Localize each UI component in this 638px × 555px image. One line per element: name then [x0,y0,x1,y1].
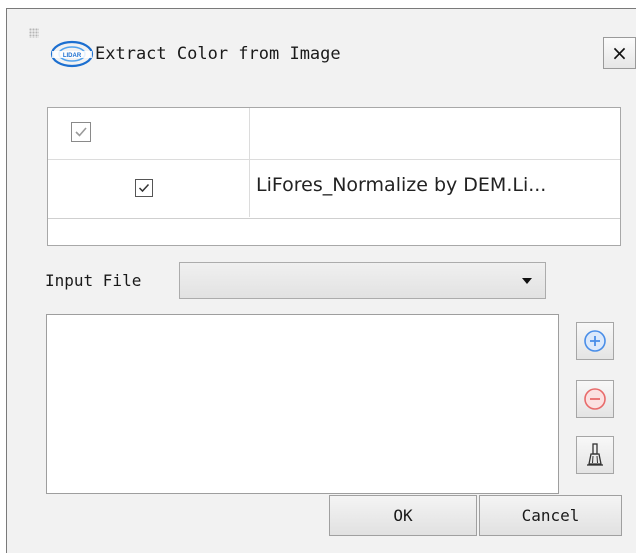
dialog-title: Extract Color from Image [95,44,341,64]
layer-name-cell: LiFores_Normalize by DEM.Li... [256,174,547,196]
table-header [48,108,620,159]
plus-circle-icon [584,330,606,352]
close-button[interactable]: × [603,37,636,69]
dropdown-arrow-icon [522,278,532,284]
row-checkbox[interactable] [135,179,153,197]
input-file-label: Input File [45,271,142,290]
table-row[interactable]: LiFores_Normalize by DEM.Li... [48,159,620,219]
check-icon [75,127,87,137]
cancel-button[interactable]: Cancel [479,495,622,536]
column-divider [249,108,250,217]
broom-icon [587,443,603,466]
minus-circle-icon [584,388,606,410]
clear-list-button[interactable] [576,436,614,474]
layer-table: LiFores_Normalize by DEM.Li... [47,107,621,246]
close-icon: × [611,41,628,65]
ok-button[interactable]: OK [329,495,477,536]
input-file-select[interactable] [179,262,546,299]
add-file-button[interactable] [576,322,614,360]
file-list[interactable] [46,314,559,494]
drag-grip-icon[interactable] [29,28,39,38]
extract-color-dialog: LIDAR Extract Color from Image × LiFores… [6,8,636,553]
remove-file-button[interactable] [576,380,614,418]
svg-text:LIDAR: LIDAR [63,53,82,59]
check-icon [138,183,150,193]
select-all-checkbox[interactable] [71,122,91,142]
app-logo: LIDAR [49,39,95,69]
